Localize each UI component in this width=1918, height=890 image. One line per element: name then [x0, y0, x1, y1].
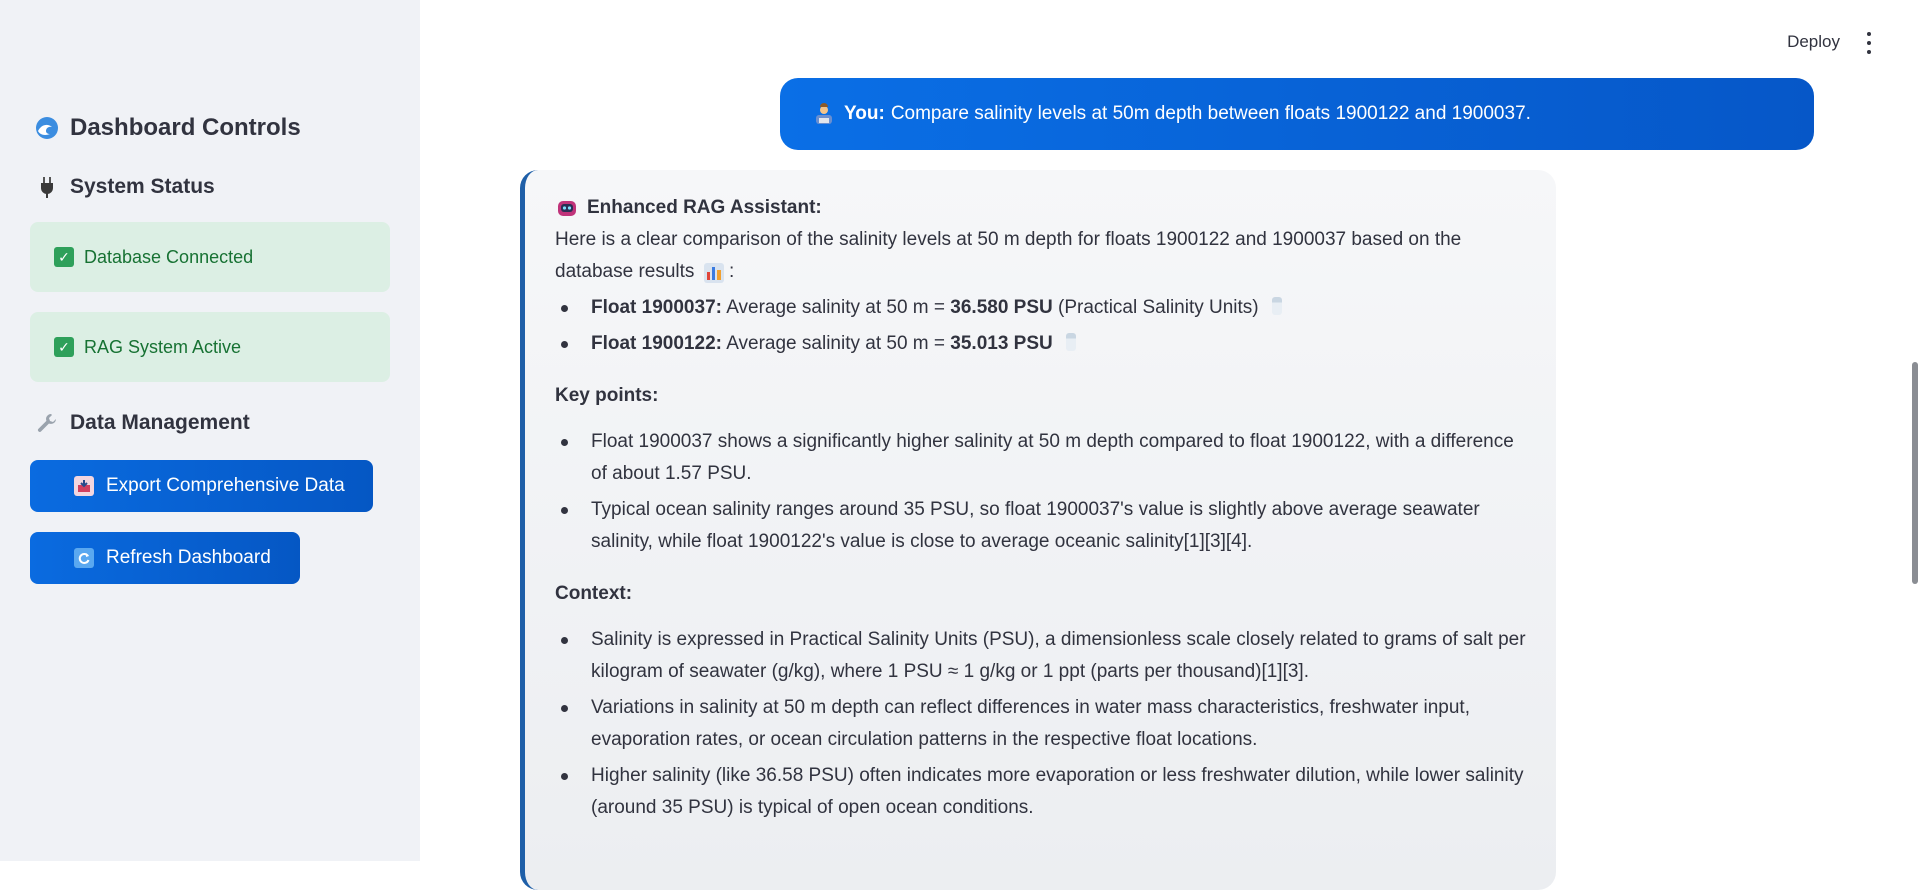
wave-icon [34, 115, 60, 141]
list-item: Salinity is expressed in Practical Salin… [555, 624, 1526, 688]
robot-icon [555, 196, 579, 220]
system-status-heading: System Status [34, 174, 215, 200]
data-management-text: Data Management [70, 411, 250, 434]
status-rag-label: RAG System Active [84, 336, 242, 357]
list-item: Variations in salinity at 50 m depth can… [555, 692, 1526, 756]
user-message-text: Compare salinity levels at 50m depth bet… [890, 103, 1531, 124]
float-pre: Average salinity at 50 m = [726, 297, 945, 318]
wrench-icon [34, 410, 60, 436]
float-list: Float 1900037: Average salinity at 50 m … [555, 292, 1526, 360]
refresh-button[interactable]: Refresh Dashboard [30, 532, 300, 584]
scrollbar-thumb[interactable] [1912, 362, 1918, 584]
float-value: 35.013 PSU [950, 333, 1053, 354]
sidebar: Dashboard Controls System Status ✓ Datab… [0, 0, 420, 861]
refresh-button-label: Refresh Dashboard [106, 547, 271, 568]
context-list: Salinity is expressed in Practical Salin… [555, 624, 1526, 824]
deploy-button[interactable]: Deploy [1787, 32, 1840, 52]
assistant-speaker: Enhanced RAG Assistant: [587, 197, 822, 218]
list-item: Float 1900122: Average salinity at 50 m … [555, 328, 1526, 360]
inbox-icon [74, 476, 94, 496]
assistant-header: Enhanced RAG Assistant: [555, 192, 1526, 224]
context-title: Context: [555, 583, 633, 604]
status-database: ✓ Database Connected [30, 222, 390, 292]
key-points-list: Float 1900037 shows a significantly high… [555, 426, 1526, 558]
user-message: You: Compare salinity levels at 50m dept… [780, 78, 1814, 150]
bar-chart-icon [703, 263, 724, 283]
list-item: Higher salinity (like 36.58 PSU) often i… [555, 760, 1526, 824]
more-vertical-icon[interactable] [1864, 32, 1874, 54]
system-status-text: System Status [70, 175, 215, 198]
sidebar-title-text: Dashboard Controls [70, 114, 301, 141]
list-item: Float 1900037 shows a significantly high… [555, 426, 1526, 490]
check-icon: ✓ [54, 247, 74, 267]
assistant-message: Enhanced RAG Assistant: Here is a clear … [520, 170, 1556, 890]
list-item: Typical ocean salinity ranges around 35 … [555, 494, 1526, 558]
float-pre: Average salinity at 50 m = [726, 333, 945, 354]
user-speaker: You: [844, 103, 885, 124]
salt-icon [1271, 297, 1282, 315]
sidebar-title: Dashboard Controls [34, 114, 301, 142]
float-label: Float 1900122: [591, 333, 722, 354]
export-button[interactable]: Export Comprehensive Data [30, 460, 373, 512]
plug-icon [34, 174, 60, 200]
salt-icon [1066, 333, 1077, 351]
data-management-heading: Data Management [34, 410, 250, 436]
assistant-intro: Here is a clear comparison of the salini… [555, 224, 1526, 288]
status-database-label: Database Connected [84, 246, 254, 267]
float-label: Float 1900037: [591, 297, 722, 318]
list-item: Float 1900037: Average salinity at 50 m … [555, 292, 1526, 324]
float-post: (Practical Salinity Units) [1058, 297, 1259, 318]
refresh-icon [74, 548, 94, 568]
assistant-intro-tail: : [728, 261, 735, 282]
key-points-title: Key points: [555, 385, 659, 406]
assistant-intro-text: Here is a clear comparison of the salini… [555, 229, 1462, 282]
float-value: 36.580 PSU [950, 297, 1053, 318]
status-rag: ✓ RAG System Active [30, 312, 390, 382]
check-icon: ✓ [54, 337, 74, 357]
export-button-label: Export Comprehensive Data [106, 475, 345, 496]
person-icon [812, 102, 836, 126]
